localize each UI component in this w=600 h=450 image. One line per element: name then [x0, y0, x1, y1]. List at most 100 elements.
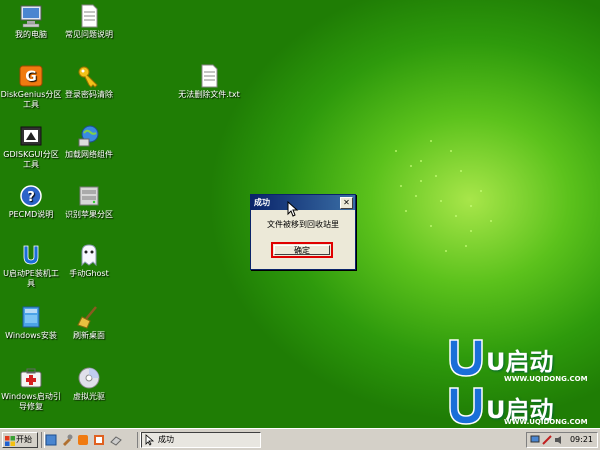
sparkle — [470, 205, 472, 207]
sparkle — [420, 160, 422, 162]
sparkle — [480, 190, 482, 192]
desktop-icon-cannot-delete-file[interactable]: 无法删除文件.txt — [178, 64, 240, 100]
icon-label: 常见问题说明 — [65, 30, 113, 39]
icon-label: 刷新桌面 — [73, 331, 105, 340]
sparkle — [395, 150, 397, 152]
dialog-titlebar[interactable]: 成功 ✕ — [251, 195, 355, 210]
diskgenius-icon: G — [19, 65, 43, 87]
sparkle — [440, 200, 442, 202]
virtual-cd-icon — [78, 367, 100, 389]
ok-button-label: 确定 — [274, 245, 330, 255]
icon-label: 虚拟光驱 — [73, 392, 105, 401]
icon-label: GDISKGUI分区工具 — [3, 150, 59, 169]
icon-label: PECMD说明 — [8, 210, 54, 219]
start-label: 开始 — [16, 435, 32, 444]
sparkle — [470, 230, 472, 232]
icon-label: 识别苹果分区 — [65, 210, 113, 219]
desktop-icon-diskgenius[interactable]: G DiskGenius分区工具 — [0, 64, 62, 110]
desktop-icon-windows-install[interactable]: Windows安装 — [0, 305, 62, 341]
sparkle — [450, 150, 452, 152]
windows-flag-icon — [5, 436, 15, 446]
broom-icon — [77, 306, 97, 329]
ok-button[interactable]: 确定 — [271, 242, 333, 258]
network-globe-icon — [78, 125, 99, 147]
system-tray: 09:21 — [526, 432, 598, 448]
cursor-task-icon — [145, 434, 155, 446]
desktop-icon-apple-partition[interactable]: 识别苹果分区 — [58, 184, 120, 220]
quicklaunch-eraser-icon[interactable] — [110, 434, 122, 446]
quicklaunch-diskgenius-icon[interactable] — [77, 434, 89, 446]
icon-label: U启动PE装机工具 — [3, 269, 59, 288]
icon-label: 加载网络组件 — [65, 150, 113, 159]
sparkle — [420, 180, 422, 182]
taskbar: 开始 成功 09:21 — [0, 428, 600, 450]
sparkle — [445, 250, 447, 252]
quicklaunch-app-icon[interactable] — [93, 434, 105, 446]
desktop-icon-manual-ghost[interactable]: 手动Ghost — [58, 243, 120, 279]
ustart-logo — [446, 338, 486, 380]
close-button[interactable]: ✕ — [340, 197, 353, 209]
close-icon: ✕ — [343, 198, 350, 207]
tray-network-icon[interactable] — [530, 435, 540, 445]
sparkle — [430, 140, 432, 142]
desktop-icon-network[interactable]: 加载网络组件 — [58, 124, 120, 160]
computer-icon — [20, 5, 42, 28]
text-file-icon — [201, 64, 218, 88]
desktop-icon-my-computer[interactable]: 我的电脑 — [0, 4, 62, 40]
clock: 09:21 — [569, 435, 593, 444]
icon-label: Windows启动引导修复 — [1, 392, 61, 411]
sparkle — [460, 170, 462, 172]
sparkle — [435, 175, 437, 177]
success-dialog: 成功 ✕ 文件被移到回收站里 确定 — [250, 194, 356, 270]
icon-label: 手动Ghost — [69, 269, 109, 278]
icon-label: DiskGenius分区工具 — [0, 90, 62, 109]
sparkle — [455, 215, 457, 217]
taskbar-item-label: 成功 — [158, 435, 174, 444]
ustart-logo-url: WWW.UQIDONG.COM — [504, 375, 588, 383]
windows-install-icon — [22, 306, 40, 328]
ustart-u-mark-icon — [449, 387, 483, 425]
first-aid-icon — [20, 368, 42, 388]
sparkle — [410, 165, 412, 167]
dialog-message: 文件被移到回收站里 — [267, 220, 339, 229]
desktop-icon-gdiskgui[interactable]: GDISKGUI分区工具 — [0, 124, 62, 170]
desktop-icon-boot-repair[interactable]: Windows启动引导修复 — [0, 366, 62, 412]
desktop-icon-virtual-cd[interactable]: 虚拟光驱 — [58, 366, 120, 402]
disk-drive-icon — [79, 186, 99, 206]
sparkle — [400, 185, 402, 187]
icon-label: 我的电脑 — [15, 30, 47, 39]
sparkle — [430, 225, 432, 227]
desktop-icon-faq[interactable]: 常见问题说明 — [58, 4, 120, 40]
tray-pen-icon[interactable] — [542, 435, 552, 445]
desktop-icon-password-clear[interactable]: 登录密码清除 — [58, 64, 120, 100]
ghost-icon — [81, 244, 97, 267]
desktop: 我的电脑 G DiskGenius分区工具 GDISKGUI分区工具 ? PEC… — [0, 0, 600, 428]
mouse-cursor-icon — [287, 201, 299, 217]
taskbar-item-success[interactable]: 成功 — [141, 432, 261, 448]
sparkle — [415, 195, 417, 197]
ustart-logo-url-2: WWW.UQIDONG.COM — [504, 418, 588, 426]
svg-text:G: G — [25, 69, 37, 85]
svg-text:?: ? — [27, 190, 35, 205]
ustart-u-mark-icon — [449, 339, 483, 377]
help-icon: ? — [20, 185, 42, 207]
tray-volume-icon[interactable] — [554, 435, 564, 445]
text-file-icon — [81, 4, 98, 28]
sparkle — [405, 210, 407, 212]
key-icon — [78, 66, 98, 88]
icon-label: 登录密码清除 — [65, 90, 113, 99]
dialog-title: 成功 — [254, 198, 270, 207]
desktop-icon-ustart-pe[interactable]: U启动PE装机工具 — [0, 243, 62, 289]
icon-label: Windows安装 — [5, 331, 57, 340]
ustart-logo-text: U启动 — [486, 348, 554, 376]
quicklaunch-tools-icon[interactable] — [61, 434, 73, 446]
start-button[interactable]: 开始 — [2, 432, 38, 448]
quicklaunch-windows-icon[interactable] — [45, 434, 57, 446]
desktop-icon-pecmd-help[interactable]: ? PECMD说明 — [0, 184, 62, 220]
gdisk-icon — [20, 126, 42, 146]
icon-label: 无法删除文件.txt — [178, 90, 240, 99]
desktop-icon-refresh-desktop[interactable]: 刷新桌面 — [58, 305, 120, 341]
ustart-logo-2 — [446, 386, 486, 428]
u-logo-icon — [23, 245, 39, 265]
sparkle — [465, 245, 467, 247]
